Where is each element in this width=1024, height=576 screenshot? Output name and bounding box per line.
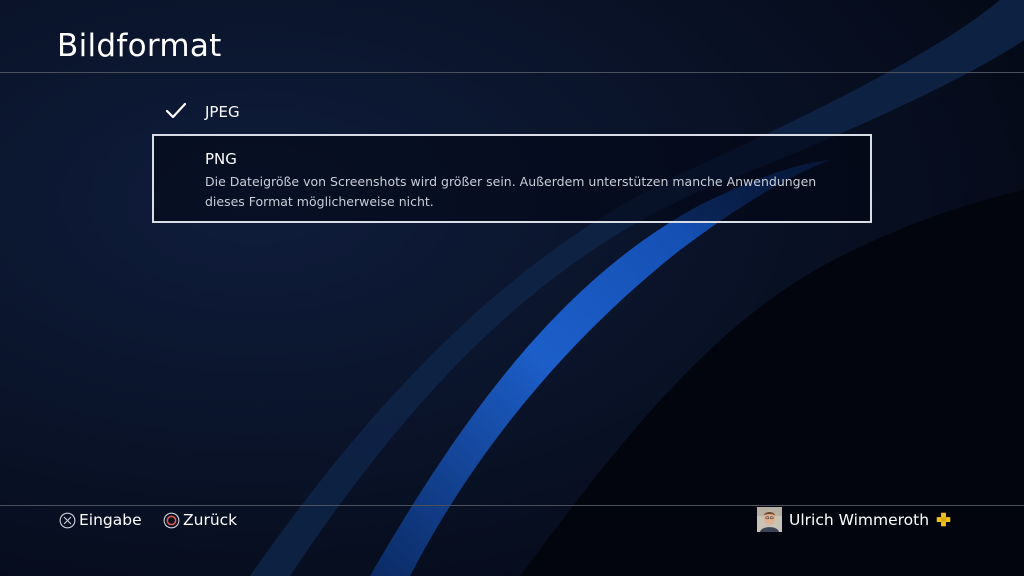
option-png[interactable]: PNG Die Dateigröße von Screenshots wird … (152, 134, 872, 223)
option-jpeg[interactable]: JPEG (152, 92, 872, 132)
page-title: Bildformat (57, 28, 222, 64)
option-label-png: PNG (205, 150, 237, 168)
format-options-list: JPEG PNG Die Dateigröße von Screenshots … (152, 92, 872, 223)
cross-button-icon (59, 512, 76, 528)
user-name: Ulrich Wimmeroth (789, 510, 930, 529)
option-label-jpeg: JPEG (205, 103, 240, 121)
enter-hint-label: Eingabe (79, 511, 142, 529)
circle-button-icon (163, 512, 180, 528)
enter-hint[interactable]: Eingabe (59, 510, 142, 530)
back-hint-label: Zurück (183, 511, 238, 529)
playstation-plus-icon (936, 512, 951, 527)
background-wave (0, 0, 1024, 576)
back-hint[interactable]: Zurück (163, 510, 237, 530)
user-profile: Ulrich Wimmeroth (757, 506, 951, 533)
user-avatar (757, 507, 782, 532)
checkmark-icon (165, 102, 187, 119)
option-description-png: Die Dateigröße von Screenshots wird größ… (205, 174, 817, 209)
header-divider (0, 72, 1024, 73)
